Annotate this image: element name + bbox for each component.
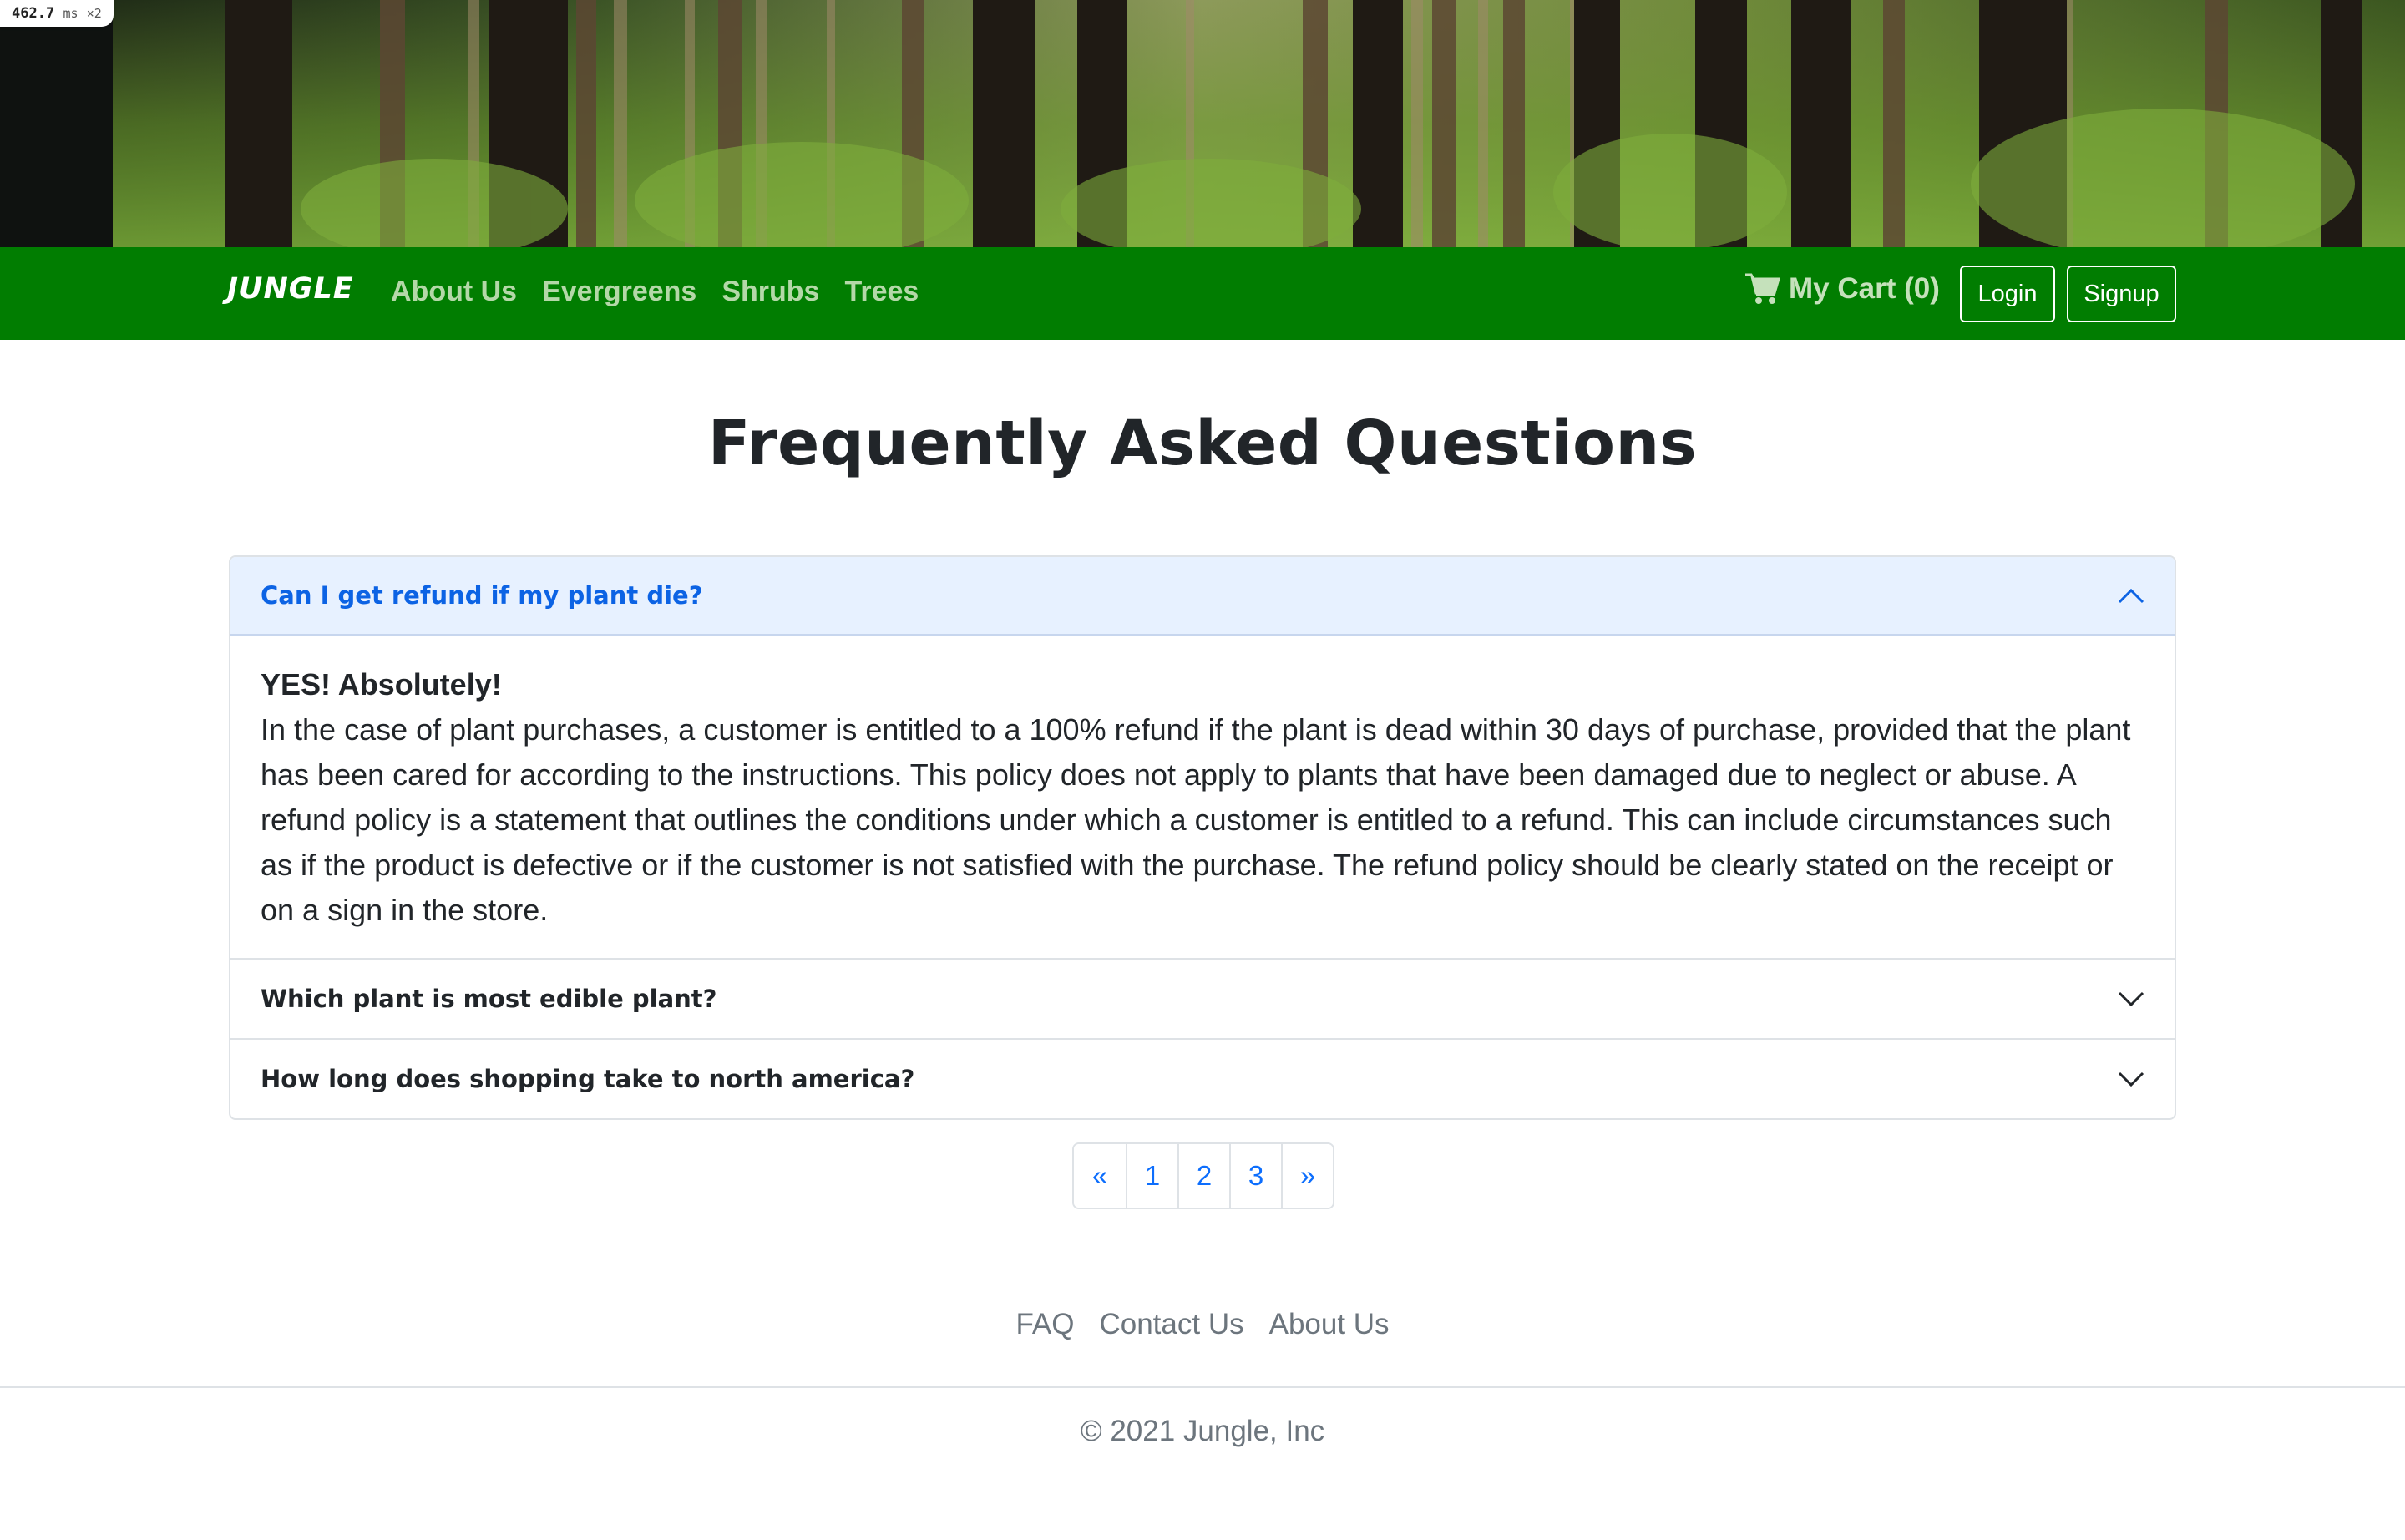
faq-answer-text: In the case of plant purchases, a custom… (261, 712, 2131, 927)
shopping-cart-icon (1745, 273, 1780, 304)
footer-link-faq[interactable]: FAQ (1015, 1308, 1074, 1341)
timing-badge: 462.7 ms ×2 (0, 0, 114, 27)
login-button[interactable]: Login (1960, 266, 2055, 322)
pagination-page-1[interactable]: 1 (1126, 1144, 1177, 1208)
faq-question-text: Which plant is most edible plant? (261, 985, 717, 1013)
timing-multiplier: ×2 (86, 6, 102, 21)
faq-item: Can I get refund if my plant die? YES! A… (230, 557, 2175, 958)
pagination-prev[interactable]: « (1074, 1144, 1126, 1208)
nav-link-shrubs[interactable]: Shrubs (722, 276, 819, 308)
brand-logo[interactable]: JUNGLE (227, 272, 354, 306)
nav-links: About Us Evergreens Shrubs Trees (391, 276, 919, 308)
faq-item: How long does shopping take to north ame… (230, 1038, 2175, 1118)
chevron-down-icon (2118, 1071, 2144, 1087)
pagination-page-2[interactable]: 2 (1177, 1144, 1229, 1208)
nav-link-evergreens[interactable]: Evergreens (542, 276, 696, 308)
chevron-up-icon (2118, 588, 2144, 604)
hero-forest-banner (0, 0, 2405, 247)
my-cart-link[interactable]: My Cart (0) (1745, 272, 1940, 306)
footer-link-contact-us[interactable]: Contact Us (1099, 1308, 1243, 1341)
forest-illustration (0, 0, 2405, 247)
nav-link-about-us[interactable]: About Us (391, 276, 517, 308)
pagination-next[interactable]: » (1281, 1144, 1333, 1208)
faq-item: Which plant is most edible plant? (230, 958, 2175, 1038)
faq-question-shipping[interactable]: How long does shopping take to north ame… (230, 1040, 2175, 1118)
faq-question-text: Can I get refund if my plant die? (261, 581, 703, 610)
footer-link-about-us[interactable]: About Us (1269, 1308, 1390, 1341)
pagination: « 1 2 3 » (1072, 1142, 1334, 1209)
copyright-text: © 2021 Jungle, Inc (1080, 1415, 1325, 1447)
pagination-page-3[interactable]: 3 (1229, 1144, 1281, 1208)
footer-divider (0, 1386, 2405, 1388)
nav-link-trees[interactable]: Trees (844, 276, 919, 308)
cart-label: My Cart (0) (1789, 272, 1940, 305)
chevron-down-icon (2118, 991, 2144, 1007)
faq-accordion: Can I get refund if my plant die? YES! A… (229, 555, 2176, 1120)
faq-question-edible[interactable]: Which plant is most edible plant? (230, 960, 2175, 1038)
main-navbar: JUNGLE About Us Evergreens Shrubs Trees … (0, 247, 2405, 340)
timing-unit: ms (63, 6, 78, 21)
timing-value: 462.7 (12, 5, 55, 22)
faq-question-text: How long does shopping take to north ame… (261, 1065, 915, 1093)
signup-button[interactable]: Signup (2067, 266, 2176, 322)
faq-answer: YES! Absolutely! In the case of plant pu… (230, 636, 2175, 958)
footer-links: FAQ Contact Us About Us (0, 1308, 2405, 1341)
faq-question-refund[interactable]: Can I get refund if my plant die? (230, 557, 2175, 636)
page-title: Frequently Asked Questions (707, 408, 1698, 479)
faq-answer-title: YES! Absolutely! (261, 667, 502, 702)
